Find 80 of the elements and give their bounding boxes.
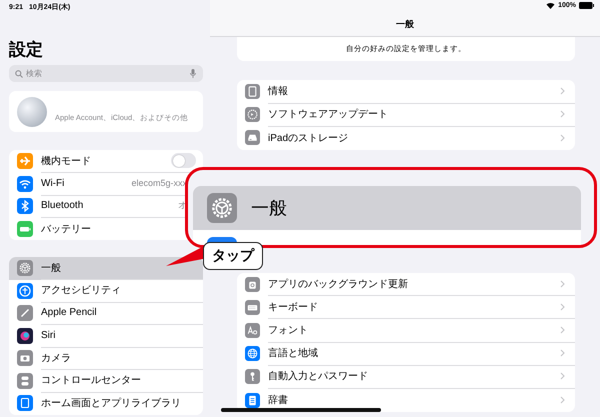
sidebar-item[interactable]: コントロールセンター <box>9 370 203 392</box>
chevron-icon <box>560 110 565 118</box>
chevron-icon <box>560 87 565 96</box>
chevron-icon <box>560 372 565 380</box>
item-label: カメラ <box>41 352 71 365</box>
item-label: Bluetooth <box>41 200 84 212</box>
tap-label: タップ <box>203 242 263 270</box>
pencil-icon <box>17 305 33 322</box>
keyboard-icon <box>245 300 260 315</box>
sidebar-item[interactable]: 機内モード <box>9 150 203 172</box>
settings-row[interactable]: 言語と地域 <box>237 342 575 366</box>
search-icon <box>15 70 23 78</box>
wifi-icon <box>546 2 556 9</box>
item-label: 一般 <box>41 262 61 275</box>
accessibility-icon <box>17 282 33 299</box>
camera-icon <box>17 350 33 366</box>
wifi-icon <box>17 176 33 192</box>
sidebar-item[interactable]: ホーム画面とアプリライブラリ <box>9 392 203 414</box>
row-label: iPadのストレージ <box>268 132 348 145</box>
settings-row[interactable]: フォント <box>237 318 575 342</box>
item-label: アクセシビリティ <box>41 284 121 298</box>
sidebar-item[interactable]: Siri <box>9 324 203 347</box>
toggle-switch[interactable] <box>171 153 196 168</box>
row-label: 情報 <box>268 84 288 98</box>
chevron-icon <box>560 349 565 358</box>
settings-row[interactable]: アプリのバックグラウンド更新 <box>237 272 575 296</box>
item-label: Apple Pencil <box>41 307 97 318</box>
sidebar-item[interactable]: バッテリー <box>9 218 203 240</box>
switches-icon <box>17 372 33 389</box>
sidebar-item[interactable]: アクセシビリティ <box>9 280 203 302</box>
chevron-icon <box>560 326 565 334</box>
orb-icon <box>17 328 33 344</box>
row-value: オ <box>178 199 187 212</box>
globe-icon <box>245 346 260 362</box>
tablet-icon <box>245 84 260 100</box>
settings-row[interactable]: 情報 <box>237 80 575 104</box>
item-label: コントロールセンター <box>41 374 141 388</box>
settings-row[interactable]: キーボード <box>237 296 575 319</box>
gear-icon <box>17 260 33 276</box>
row-label: 言語と地域 <box>268 346 318 360</box>
drive-icon <box>245 130 260 146</box>
search-field[interactable]: 検索 <box>9 65 203 82</box>
sidebar-item[interactable]: 一般 <box>9 257 203 280</box>
battery-icon <box>579 2 594 9</box>
battery-icon <box>17 220 33 237</box>
row-label: キーボード <box>268 300 318 314</box>
settings-row[interactable]: iPadのストレージ <box>237 126 575 150</box>
book-icon <box>245 392 260 408</box>
settings-row[interactable]: 自動入力とパスワード <box>237 365 575 388</box>
update-icon <box>245 107 260 122</box>
chevron-icon <box>560 302 565 311</box>
item-label: Wi-Fi <box>41 178 64 189</box>
sidebar-title: 設定 <box>9 40 44 60</box>
chevron-icon <box>560 280 565 288</box>
zoomed-label: 一般 <box>251 197 287 220</box>
screen-icon <box>17 395 33 412</box>
settings-row[interactable]: 辞書 <box>237 388 575 412</box>
settings-row[interactable]: ソフトウェアアップデート <box>237 103 575 126</box>
item-label: バッテリー <box>41 222 91 236</box>
gear-icon <box>207 193 237 223</box>
sidebar-item[interactable]: カメラ <box>9 347 203 370</box>
sidebar-item[interactable]: Apple Pencil <box>9 302 203 324</box>
airplane-icon <box>17 153 33 170</box>
chevron-icon <box>560 134 565 142</box>
chevron-icon <box>560 396 565 404</box>
avatar <box>17 96 47 126</box>
bluetooth-icon <box>17 198 33 214</box>
app-refresh-icon <box>245 276 260 292</box>
font-icon <box>245 323 260 338</box>
row-label: アプリのバックグラウンド更新 <box>268 278 408 291</box>
microphone-icon[interactable] <box>190 69 196 78</box>
item-label: 機内モード <box>41 154 91 168</box>
key-icon <box>245 369 260 384</box>
row-label: 辞書 <box>268 394 288 408</box>
page-title: 一般 <box>395 18 415 31</box>
row-label: 自動入力とパスワード <box>268 370 368 384</box>
item-label: Siri <box>41 330 56 341</box>
row-label: フォント <box>268 324 308 338</box>
item-label: ホーム画面とアプリライブラリ <box>41 396 181 410</box>
row-label: ソフトウェアアップデート <box>268 108 388 122</box>
